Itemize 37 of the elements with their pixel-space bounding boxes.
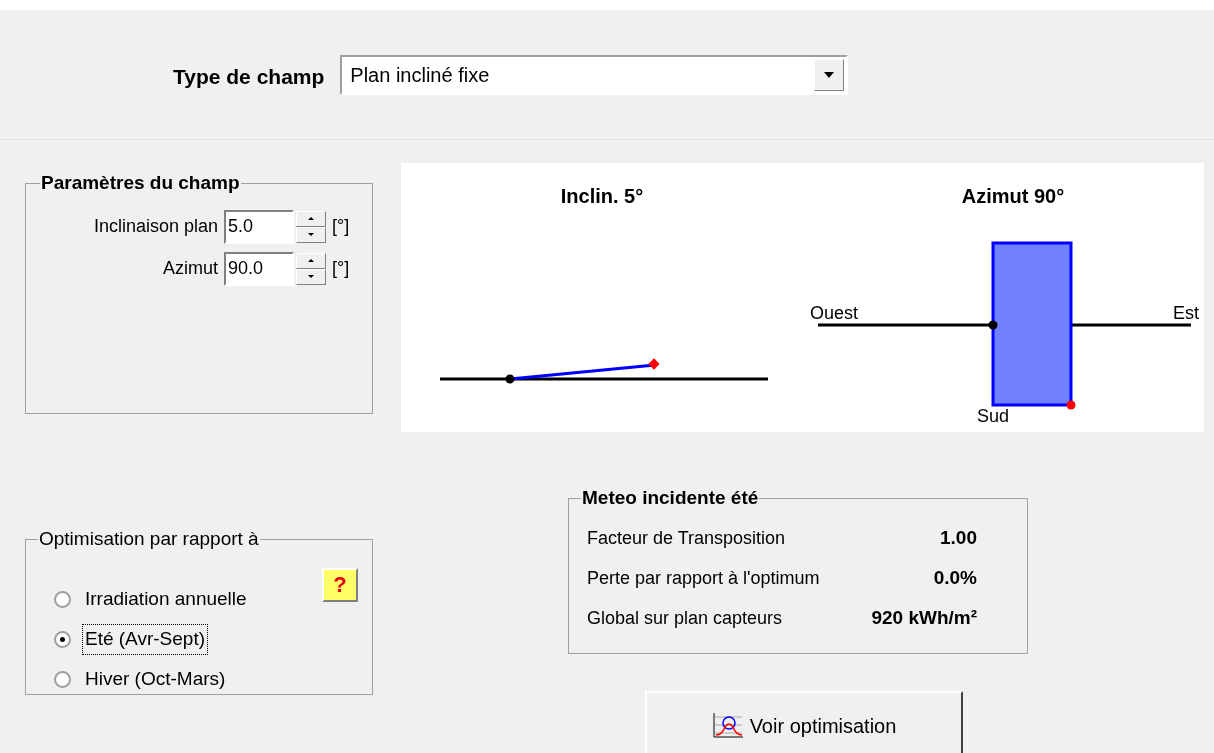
east-label: Est xyxy=(1173,303,1199,323)
south-label: Sud xyxy=(977,406,1010,426)
spin-up-icon[interactable] xyxy=(296,210,326,227)
plane-end-marker xyxy=(648,358,660,370)
chart-icon xyxy=(711,711,744,739)
unit-label: [°] xyxy=(332,215,351,238)
field-label: Azimut xyxy=(163,257,218,280)
radio-button[interactable] xyxy=(54,591,71,608)
tilt-title: Inclin. 5° xyxy=(560,185,644,207)
azimuth-title: Azimut 90° xyxy=(961,185,1065,207)
meteo-label: Perte par rapport à l'optimum xyxy=(587,567,820,590)
meteo-label: Global sur plan capteurs xyxy=(587,607,783,630)
meteo-value: 1.00 xyxy=(940,526,977,551)
radio-button[interactable] xyxy=(54,631,71,648)
help-button[interactable]: ? xyxy=(322,567,358,602)
field-type-dropdown[interactable]: Plan incliné fixe xyxy=(340,55,849,95)
corner-marker xyxy=(1066,400,1076,410)
group-title: Meteo incidente été xyxy=(581,486,760,510)
number-field[interactable]: 5.0 xyxy=(224,209,294,244)
meteo-label: Facteur de Transposition xyxy=(587,527,786,550)
radio-label[interactable]: Eté (Avr-Sept) xyxy=(83,625,208,654)
meteo-value: 920 kWh/m² xyxy=(871,606,977,631)
radio-label[interactable]: Irradiation annuelle xyxy=(83,585,249,614)
unit-label: [°] xyxy=(332,257,351,280)
pivot-dot xyxy=(505,374,515,384)
west-label: Ouest xyxy=(810,303,859,323)
field-label: Inclinaison plan xyxy=(93,215,218,238)
group-title: Optimisation par rapport à xyxy=(38,527,260,551)
optimisation-button[interactable]: Voir optimisation xyxy=(645,691,963,753)
pivot-dot xyxy=(988,320,998,330)
group-title: Paramètres du champ xyxy=(40,171,241,195)
number-field[interactable]: 90.0 xyxy=(224,251,294,286)
spin-up-icon[interactable] xyxy=(296,252,326,269)
field-type-label: Type de champ xyxy=(173,64,325,90)
radio-button[interactable] xyxy=(54,671,71,688)
radio-label[interactable]: Hiver (Oct-Mars) xyxy=(83,665,228,694)
meteo-value: 0.0% xyxy=(933,566,977,591)
